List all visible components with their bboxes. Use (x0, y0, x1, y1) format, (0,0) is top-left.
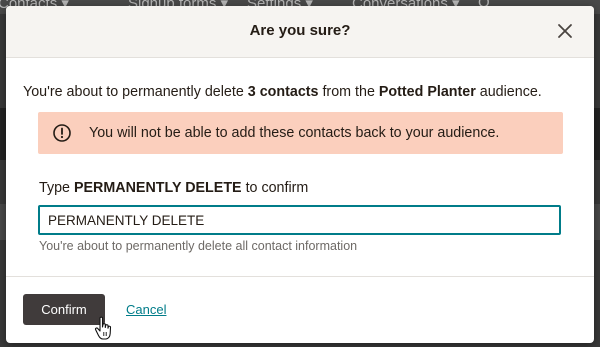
footer-divider (6, 276, 594, 277)
intro-prefix: You're about to permanently delete (23, 84, 248, 100)
warning-text: You will not be able to add these contac… (89, 125, 500, 141)
intro-middle: from the (318, 84, 379, 100)
label-prefix: Type (39, 180, 74, 196)
warning-alert: You will not be able to add these contac… (38, 112, 563, 154)
helper-text: You're about to permanently delete all c… (39, 239, 358, 253)
confirm-text-input[interactable] (38, 205, 561, 235)
confirm-button[interactable]: Confirm (23, 294, 105, 325)
intro-text: You're about to permanently delete 3 con… (23, 84, 542, 100)
exclamation-circle-icon (52, 123, 72, 143)
confirm-delete-dialog: Are you sure? You're about to permanentl… (6, 6, 594, 343)
cancel-link[interactable]: Cancel (126, 302, 166, 317)
label-keyword: PERMANENTLY DELETE (73, 180, 242, 196)
confirm-field-label: Type PERMANENTLY DELETE to confirm (39, 180, 308, 196)
label-suffix: to confirm (241, 180, 309, 196)
audience-name: Potted Planter (378, 84, 476, 100)
close-icon[interactable] (554, 20, 576, 42)
dialog-title: Are you sure? (249, 22, 351, 39)
dialog-header: Are you sure? (6, 6, 594, 58)
contact-count: 3 contacts (247, 84, 319, 100)
intro-suffix: audience. (475, 84, 542, 100)
